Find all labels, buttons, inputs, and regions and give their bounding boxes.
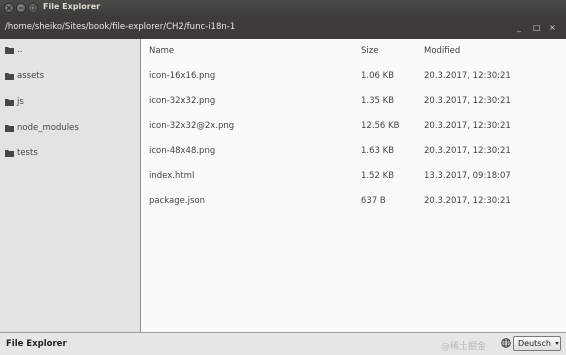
file-size: 1.63 KB [361,146,395,156]
current-path: /home/sheiko/Sites/book/file-explorer/CH… [5,22,236,32]
sidebar-item-assets[interactable]: assets [0,68,140,86]
table-row[interactable]: icon-48x48.png 1.63 KB 20.3.2017, 12:30:… [141,143,566,161]
table-row[interactable]: package.json 637 B 20.3.2017, 12:30:21 [141,193,566,211]
column-header-name[interactable]: Name [149,46,174,56]
table-row[interactable]: icon-16x16.png 1.06 KB 20.3.2017, 12:30:… [141,68,566,86]
file-size: 1.52 KB [361,171,395,181]
file-size: 12.56 KB [361,121,400,131]
folder-icon [5,47,14,54]
file-modified: 20.3.2017, 12:30:21 [424,71,511,81]
sidebar-item-label: js [17,97,24,107]
file-size: 1.35 KB [361,96,395,106]
sidebar-item-label: assets [17,71,45,81]
sidebar-item-js[interactable]: js [0,94,140,112]
file-name: icon-32x32@2x.png [149,121,235,131]
path-restore-icon[interactable]: □ [533,23,541,32]
folder-icon [5,99,14,106]
sidebar-item-label: node_modules [17,123,79,133]
column-header-size[interactable]: Size [361,46,378,56]
file-size: 1.06 KB [361,71,395,81]
file-name: package.json [149,196,205,206]
minimize-icon[interactable] [16,3,26,13]
sidebar-item-label: tests [17,148,38,158]
path-minimize-icon[interactable]: _ [517,23,521,32]
file-modified: 20.3.2017, 12:30:21 [424,121,511,131]
maximize-icon[interactable] [28,3,38,13]
status-title: File Explorer [6,339,67,349]
window-title: File Explorer [43,2,101,11]
app-window: File Explorer /home/sheiko/Sites/book/fi… [0,0,566,355]
file-name: index.html [149,171,195,181]
title-bar: File Explorer [0,0,566,17]
file-modified: 20.3.2017, 12:30:21 [424,196,511,206]
file-name: icon-48x48.png [149,146,216,156]
language-select-value: Deutsch [518,339,551,348]
file-name: icon-32x32.png [149,96,216,106]
table-row[interactable]: icon-32x32.png 1.35 KB 20.3.2017, 12:30:… [141,93,566,111]
globe-icon [501,338,511,348]
status-bar: File Explorer @稀土掘金 Deutsch [0,332,566,355]
path-close-icon[interactable]: × [549,23,556,32]
folder-icon [5,125,14,132]
sidebar-item-tests[interactable]: tests [0,145,140,163]
sidebar-item-label: .. [17,45,23,55]
file-modified: 13.3.2017, 09:18:07 [424,171,511,181]
folder-icon [5,150,14,157]
column-header-modified[interactable]: Modified [424,46,460,56]
folder-icon [5,73,14,80]
file-modified: 20.3.2017, 12:30:21 [424,146,511,156]
chevron-down-icon [555,342,559,345]
file-table: Name Size Modified icon-16x16.png 1.06 K… [141,39,566,332]
table-row[interactable]: icon-32x32@2x.png 12.56 KB 20.3.2017, 12… [141,118,566,136]
sidebar-item-parent[interactable]: .. [0,42,140,60]
file-size: 637 B [361,196,386,206]
sidebar-item-node-modules[interactable]: node_modules [0,120,140,138]
window-controls [4,3,38,13]
close-icon[interactable] [4,3,14,13]
file-name: icon-16x16.png [149,71,216,81]
watermark: @稀土掘金 [441,342,487,352]
file-modified: 20.3.2017, 12:30:21 [424,96,511,106]
table-row[interactable]: index.html 1.52 KB 13.3.2017, 09:18:07 [141,168,566,186]
language-select[interactable]: Deutsch [513,336,561,351]
sidebar: .. assets js node_modules tests [0,39,141,332]
path-bar: /home/sheiko/Sites/book/file-explorer/CH… [0,17,566,39]
